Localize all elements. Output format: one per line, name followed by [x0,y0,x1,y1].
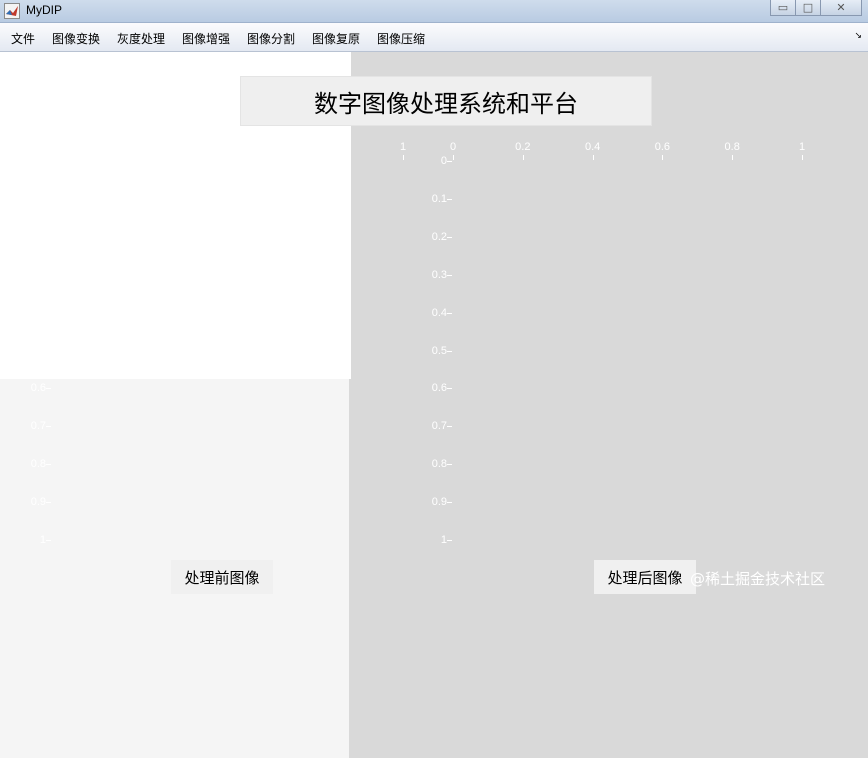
y-tick-label: 0.7 [30,420,46,433]
y-tick-label: 0.3 [431,268,447,281]
y-tick-label: 0.3 [30,268,46,281]
menu-compression[interactable]: 图像压缩 [377,30,425,47]
before-image-label: 处理前图像 [171,560,273,594]
menu-segmentation[interactable]: 图像分割 [247,30,295,47]
x-tick-label: 0.8 [325,141,341,153]
y-tick-label: 1 [440,534,447,546]
maximize-button[interactable]: □ [795,0,821,16]
x-tick-label: 0.8 [724,141,740,153]
y-tick-mark [46,274,51,276]
x-tick-mark [262,155,264,160]
x-tick-mark [52,155,53,160]
y-tick-mark [46,236,51,238]
y-tick-label: 0.9 [431,496,447,509]
y-tick-mark [447,198,452,200]
close-icon: ✕ [836,1,846,14]
window-title: MyDIP [26,3,62,17]
menu-bar: 文件 图像变换 灰度处理 图像增强 图像分割 图像复原 图像压缩 ↘ [0,23,868,52]
x-tick-label: 0.2 [515,141,531,153]
y-tick-label: 0.6 [431,382,447,395]
x-tick-label: 0 [449,141,457,153]
y-tick-label: 0.8 [30,458,46,471]
x-tick-mark [453,155,454,160]
y-tick-label: 0 [39,155,46,167]
y-tick-mark [46,350,51,352]
y-tick-label: 0.5 [30,344,46,357]
y-tick-label: 0.5 [431,344,447,357]
y-tick-mark [447,502,452,504]
y-tick-label: 0.4 [30,306,46,319]
x-tick-mark [732,155,734,160]
y-tick-label: 0.2 [431,230,447,243]
y-tick-label: 0.6 [30,382,46,395]
menu-image-transform[interactable]: 图像变换 [52,30,100,47]
matlab-icon [4,3,20,19]
menu-file[interactable]: 文件 [11,30,35,47]
menu-restoration[interactable]: 图像复原 [312,30,360,47]
y-tick-label: 0.1 [431,192,447,205]
minimize-button[interactable]: ▭ [770,0,796,16]
page-title: 数字图像处理系统和平台 [240,76,652,126]
maximize-icon: □ [802,1,814,14]
close-button[interactable]: ✕ [820,0,862,16]
y-tick-label: 0.1 [30,192,46,205]
x-tick-mark [192,155,194,160]
minimize-icon: ▭ [777,1,789,14]
y-tick-mark [447,540,452,541]
x-tick-label: 0.4 [584,141,601,153]
y-tick-mark [46,464,51,466]
y-tick-label: 0.9 [30,496,46,509]
y-tick-mark [447,388,452,390]
plot-area [0,0,351,379]
x-tick-label: 1 [798,141,806,153]
x-tick-label: 0 [48,141,56,153]
watermark-text: @稀土掘金技术社区 [690,570,826,588]
menu-enhance[interactable]: 图像增强 [182,30,230,47]
x-tick-mark [403,155,404,160]
x-tick-mark [802,155,803,160]
window-title-bar[interactable]: MyDIP ▭ □ ✕ [0,0,868,23]
y-tick-mark [447,236,452,238]
y-tick-label: 0.4 [431,306,447,319]
y-tick-mark [447,464,452,466]
y-tick-mark [46,198,51,200]
y-tick-label: 0.8 [431,458,447,471]
menu-grayscale[interactable]: 灰度处理 [117,30,165,47]
y-tick-label: 0.7 [431,420,447,433]
y-tick-mark [46,426,51,428]
y-tick-mark [46,540,51,541]
y-tick-label: 0 [440,155,447,167]
x-tick-mark [122,155,124,160]
y-tick-mark [447,274,452,276]
x-tick-label: 0.6 [654,141,671,153]
y-tick-mark [46,161,51,162]
x-tick-label: 0.4 [184,141,201,153]
y-tick-mark [447,350,452,352]
y-tick-mark [447,312,452,314]
x-tick-label: 0.6 [254,141,271,153]
x-tick-mark [332,155,334,160]
x-tick-label: 0.2 [114,141,130,153]
y-tick-mark [447,161,452,162]
y-tick-label: 0.2 [30,230,46,243]
y-tick-mark [46,502,51,504]
y-tick-mark [46,388,51,390]
y-tick-label: 1 [39,534,46,546]
x-tick-mark [522,155,524,160]
x-tick-mark [662,155,664,160]
x-tick-mark [592,155,594,160]
y-tick-mark [447,426,452,428]
x-tick-label: 1 [399,141,407,153]
after-image-label: 处理后图像 [594,560,696,594]
window-controls: ▭ □ ✕ [770,0,862,18]
y-tick-mark [46,312,51,314]
menu-overflow-icon[interactable]: ↘ [854,31,862,41]
